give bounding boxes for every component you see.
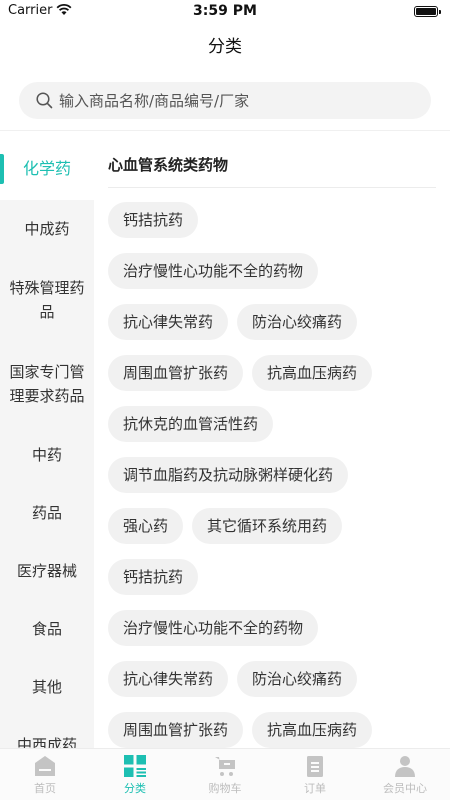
subcategory-chip[interactable]: 抗高血压病药 [252, 355, 373, 391]
tab-orders[interactable]: 订单 [270, 749, 360, 800]
subcategory-chip[interactable]: 防治心绞痛药 [237, 304, 358, 340]
tab-member-center[interactable]: 会员中心 [360, 749, 450, 800]
section-divider [108, 187, 436, 188]
chip-row: 治疗慢性心功能不全的药物 [108, 610, 438, 661]
header-divider [0, 130, 450, 131]
home-icon [35, 756, 55, 776]
subcategory-chip[interactable]: 钙拮抗药 [108, 202, 199, 238]
sidebar-item-label: 其他 [31, 678, 62, 696]
chip-row: 抗心律失常药 防治心绞痛药 [108, 304, 438, 355]
sidebar-item-chinese-patent-medicine[interactable]: 中成药 [0, 200, 94, 258]
sidebar-item-label: 化学药 [22, 159, 71, 178]
subcategory-chip[interactable]: 防治心绞痛药 [237, 661, 358, 697]
search-bar[interactable] [19, 82, 431, 119]
battery-icon [414, 6, 441, 17]
subcategory-chip[interactable]: 治疗慢性心功能不全的药物 [108, 610, 319, 646]
subcategory-chip[interactable]: 抗心律失常药 [108, 661, 229, 697]
subcategory-chip[interactable]: 其它循环系统用药 [192, 508, 343, 544]
chip-row: 周围血管扩张药 抗高血压病药 [108, 355, 438, 406]
tab-cart[interactable]: 购物车 [180, 749, 270, 800]
tab-label: 会员中心 [383, 782, 427, 795]
chip-row: 周围血管扩张药 抗高血压病药 [108, 712, 438, 748]
category-sidebar[interactable]: 化学药 中成药 特殊管理药品 国家专门管理要求药品 中药 药品 医疗器械 食品 … [0, 138, 94, 748]
subcategory-chip[interactable]: 抗休克的血管活性药 [108, 406, 274, 442]
tab-label: 分类 [124, 782, 146, 795]
sidebar-item-chemical-drugs[interactable]: 化学药 [0, 138, 94, 200]
sidebar-item-label: 国家专门管理要求药品 [9, 363, 85, 405]
tab-home[interactable]: 首页 [0, 749, 90, 800]
chip-row: 钙拮抗药 [108, 202, 438, 253]
status-bar: Carrier 3:59 PM [0, 0, 450, 24]
sidebar-item-label: 中药 [31, 446, 62, 464]
subcategory-list: 钙拮抗药 治疗慢性心功能不全的药物 抗心律失常药 防治心绞痛药 周围血管扩张药 抗高血压病… [108, 202, 438, 748]
chip-row: 抗心律失常药 防治心绞痛药 [108, 661, 438, 712]
section-title: 心血管系统类药物 [108, 156, 229, 174]
subcategory-chip[interactable]: 调节血脂药及抗动脉粥样硬化药 [108, 457, 349, 493]
chip-row: 钙拮抗药 [108, 559, 438, 610]
sidebar-item-tcm[interactable]: 中药 [0, 426, 94, 484]
subcategory-chip[interactable]: 治疗慢性心功能不全的药物 [108, 253, 319, 289]
chip-row: 调节血脂药及抗动脉粥样硬化药 [108, 457, 438, 508]
tab-bar: 首页 分类 购物车 订单 会员中心 [0, 748, 450, 800]
order-icon [307, 756, 323, 777]
sidebar-active-indicator [0, 154, 4, 184]
sidebar-item-special-control-drugs[interactable]: 特殊管理药品 [0, 258, 94, 342]
tab-label: 购物车 [208, 782, 242, 795]
sidebar-item-western-chinese-medicine[interactable]: 中西成药 [0, 716, 94, 748]
tab-label: 订单 [304, 782, 326, 795]
category-content: 心血管系统类药物 钙拮抗药 治疗慢性心功能不全的药物 抗心律失常药 防治心绞痛药 周围血… [94, 138, 450, 748]
sidebar-item-national-regulated-drugs[interactable]: 国家专门管理要求药品 [0, 342, 94, 426]
clock: 3:59 PM [193, 3, 257, 19]
category-icon [124, 755, 146, 777]
sidebar-item-label: 特殊管理药品 [9, 279, 85, 321]
sidebar-item-label: 食品 [31, 620, 62, 638]
sidebar-item-label: 医疗器械 [16, 562, 77, 580]
page-title: 分类 [208, 37, 242, 57]
search-icon [36, 92, 53, 109]
subcategory-chip[interactable]: 抗高血压病药 [252, 712, 373, 748]
tab-category[interactable]: 分类 [90, 749, 180, 800]
tab-label: 首页 [34, 782, 56, 795]
sidebar-item-food[interactable]: 食品 [0, 600, 94, 658]
subcategory-chip[interactable]: 强心药 [108, 508, 184, 544]
sidebar-item-medical-devices[interactable]: 医疗器械 [0, 542, 94, 600]
subcategory-chip[interactable]: 周围血管扩张药 [108, 712, 244, 748]
sidebar-item-label: 药品 [31, 504, 62, 522]
member-icon [395, 756, 415, 777]
sidebar-item-label: 中西成药 [16, 736, 77, 748]
sidebar-item-other[interactable]: 其他 [0, 658, 94, 716]
search-input[interactable] [59, 82, 419, 119]
subcategory-chip[interactable]: 周围血管扩张药 [108, 355, 244, 391]
chip-row: 治疗慢性心功能不全的药物 [108, 253, 438, 304]
chip-row: 抗休克的血管活性药 [108, 406, 438, 457]
subcategory-chip[interactable]: 钙拮抗药 [108, 559, 199, 595]
subcategory-chip[interactable]: 抗心律失常药 [108, 304, 229, 340]
sidebar-item-label: 中成药 [24, 220, 70, 238]
chip-row: 强心药 其它循环系统用药 [108, 508, 438, 559]
sidebar-item-drugs[interactable]: 药品 [0, 484, 94, 542]
cart-icon [215, 757, 235, 776]
